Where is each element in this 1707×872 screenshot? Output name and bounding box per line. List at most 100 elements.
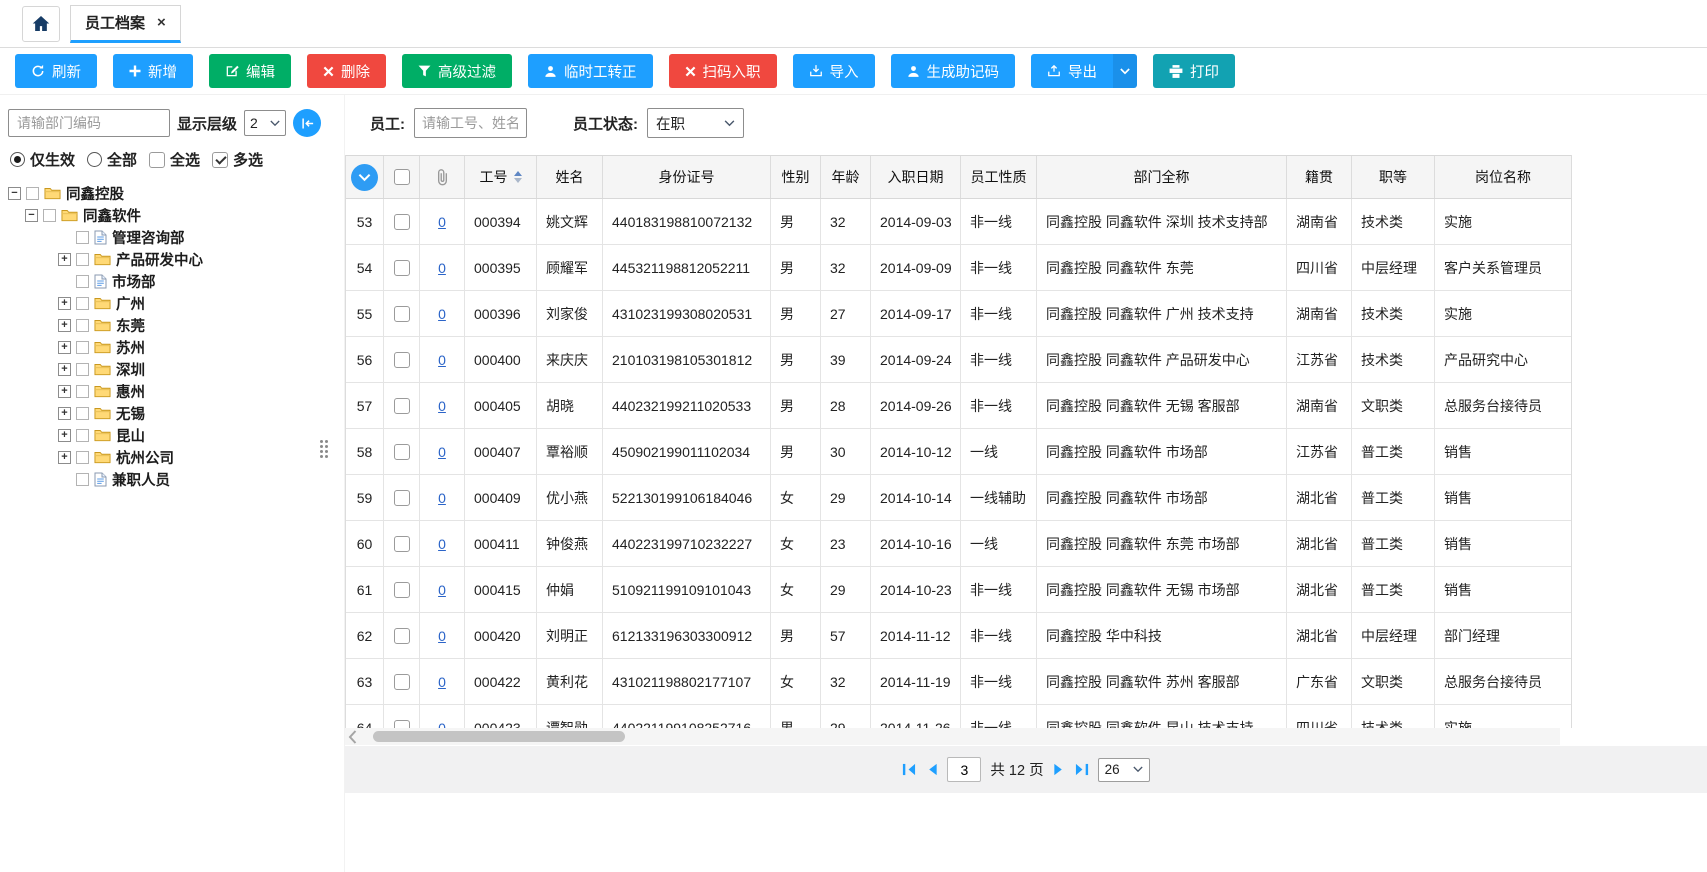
col-header-gender[interactable]: 性别 [771, 156, 821, 198]
tree-checkbox[interactable] [76, 385, 89, 398]
tree-checkbox[interactable] [76, 275, 89, 288]
export-button[interactable]: 导出 [1031, 54, 1113, 88]
attachment-link[interactable]: 0 [438, 536, 446, 552]
tree-expander[interactable]: + [58, 363, 71, 376]
table-row[interactable]: 63 0 000422 黄利花 431021198802177107 女 32 … [346, 659, 1571, 705]
row-checkbox[interactable] [394, 352, 410, 368]
tree-item[interactable]: 兼职人员 [0, 468, 344, 490]
col-header-name[interactable]: 姓名 [537, 156, 603, 198]
select-all-rows-checkbox[interactable] [394, 169, 410, 185]
tree-expander[interactable]: + [58, 451, 71, 464]
add-button[interactable]: 新增 [113, 54, 193, 88]
page-input[interactable] [947, 757, 981, 782]
attachment-link[interactable]: 0 [438, 260, 446, 276]
tree-checkbox[interactable] [76, 407, 89, 420]
row-checkbox[interactable] [394, 490, 410, 506]
collapse-sidebar-button[interactable] [293, 109, 321, 137]
tree-item[interactable]: − 同鑫控股 [0, 182, 344, 204]
attachment-link[interactable]: 0 [438, 398, 446, 414]
delete-button[interactable]: 删除 [307, 54, 386, 88]
select-all-checkbox[interactable] [149, 152, 165, 168]
edit-button[interactable]: 编辑 [209, 54, 291, 88]
only-active-radio[interactable] [10, 152, 25, 167]
employee-status-select[interactable]: 在职 [647, 108, 744, 138]
tree-item[interactable]: − 同鑫软件 [0, 204, 344, 226]
table-row[interactable]: 56 0 000400 来庆庆 210103198105301812 男 39 … [346, 337, 1571, 383]
row-checkbox[interactable] [394, 444, 410, 460]
export-dropdown-button[interactable] [1113, 54, 1137, 88]
row-checkbox[interactable] [394, 582, 410, 598]
scrollbar-thumb[interactable] [373, 731, 625, 742]
col-header-department[interactable]: 部门全称 [1037, 156, 1287, 198]
page-size-select[interactable]: 26 [1098, 758, 1150, 782]
row-checkbox[interactable] [394, 214, 410, 230]
next-page-button[interactable] [1053, 763, 1065, 776]
tree-item[interactable]: + 深圳 [0, 358, 344, 380]
tree-checkbox[interactable] [76, 473, 89, 486]
table-row[interactable]: 61 0 000415 仲娟 510921199109101043 女 29 2… [346, 567, 1571, 613]
tree-item[interactable]: + 昆山 [0, 424, 344, 446]
all-radio[interactable] [87, 152, 102, 167]
tree-expander[interactable]: + [58, 341, 71, 354]
tree-expander[interactable]: + [58, 297, 71, 310]
tree-checkbox[interactable] [76, 253, 89, 266]
tree-expander[interactable]: − [8, 187, 21, 200]
tree-item[interactable]: 管理咨询部 [0, 226, 344, 248]
table-row[interactable]: 64 0 000423 谭智勋 440221199108252716 男 29 … [346, 705, 1571, 728]
row-checkbox[interactable] [394, 260, 410, 276]
tree-expander[interactable]: + [58, 429, 71, 442]
multi-select-option[interactable]: 多选 [212, 149, 263, 170]
level-select[interactable]: 2 [244, 110, 286, 136]
col-header-job-grade[interactable]: 职等 [1352, 156, 1435, 198]
print-button[interactable]: 打印 [1153, 54, 1235, 88]
row-checkbox[interactable] [394, 628, 410, 644]
expand-all-button[interactable] [351, 164, 378, 191]
attachment-link[interactable]: 0 [438, 306, 446, 322]
tree-expander[interactable]: + [58, 385, 71, 398]
table-row[interactable]: 59 0 000409 优小燕 522130199106184046 女 29 … [346, 475, 1571, 521]
tree-item[interactable]: + 产品研发中心 [0, 248, 344, 270]
tree-checkbox[interactable] [76, 319, 89, 332]
row-checkbox[interactable] [394, 720, 410, 729]
attachment-link[interactable]: 0 [438, 582, 446, 598]
dept-code-input[interactable] [8, 109, 170, 137]
col-header-empno[interactable]: 工号 [465, 156, 537, 198]
col-header-position[interactable]: 岗位名称 [1435, 156, 1572, 198]
row-checkbox[interactable] [394, 306, 410, 322]
tree-expander[interactable]: − [25, 209, 38, 222]
only-active-option[interactable]: 仅生效 [10, 149, 75, 170]
tree-item[interactable]: + 惠州 [0, 380, 344, 402]
horizontal-scrollbar[interactable] [345, 728, 1560, 745]
tree-item[interactable]: 市场部 [0, 270, 344, 292]
table-row[interactable]: 53 0 000394 姚文辉 440183198810072132 男 32 … [346, 199, 1571, 245]
col-header-native-place[interactable]: 籍贯 [1287, 156, 1352, 198]
col-header-age[interactable]: 年龄 [821, 156, 871, 198]
scan-onboarding-button[interactable]: 扫码入职 [669, 54, 777, 88]
tree-checkbox[interactable] [26, 187, 39, 200]
employee-search-input[interactable] [414, 108, 527, 138]
tree-expander[interactable]: + [58, 319, 71, 332]
attachment-link[interactable]: 0 [438, 490, 446, 506]
row-checkbox[interactable] [394, 536, 410, 552]
attachment-link[interactable]: 0 [438, 214, 446, 230]
import-button[interactable]: 导入 [793, 54, 875, 88]
col-header-employee-type[interactable]: 员工性质 [961, 156, 1037, 198]
table-row[interactable]: 54 0 000395 顾耀军 445321198812052211 男 32 … [346, 245, 1571, 291]
sort-icon[interactable] [514, 171, 522, 183]
attachment-link[interactable]: 0 [438, 674, 446, 690]
table-row[interactable]: 58 0 000407 覃裕顺 450902199011102034 男 30 … [346, 429, 1571, 475]
last-page-button[interactable] [1074, 763, 1089, 776]
home-button[interactable] [22, 6, 60, 42]
all-option[interactable]: 全部 [87, 149, 137, 170]
attachment-link[interactable]: 0 [438, 352, 446, 368]
col-header-hire-date[interactable]: 入职日期 [871, 156, 961, 198]
close-icon[interactable]: × [157, 14, 166, 31]
tree-checkbox[interactable] [76, 341, 89, 354]
refresh-button[interactable]: 刷新 [15, 54, 97, 88]
advanced-filter-button[interactable]: 高级过滤 [402, 54, 512, 88]
row-checkbox[interactable] [394, 398, 410, 414]
tree-checkbox[interactable] [76, 363, 89, 376]
tree-item[interactable]: + 东莞 [0, 314, 344, 336]
table-row[interactable]: 55 0 000396 刘家俊 431023199308020531 男 27 … [346, 291, 1571, 337]
temp-worker-regularize-button[interactable]: 临时工转正 [528, 54, 653, 88]
